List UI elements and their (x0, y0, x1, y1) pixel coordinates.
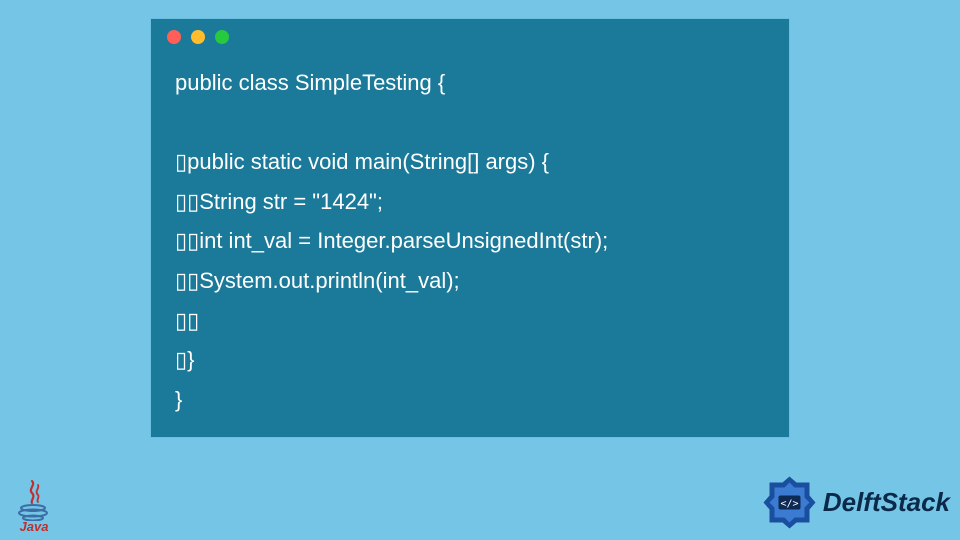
code-block: public class SimpleTesting { ▯public sta… (151, 55, 789, 429)
minimize-icon[interactable] (191, 30, 205, 44)
code-line: ▯} (175, 347, 194, 372)
java-logo: Java (10, 474, 58, 534)
close-icon[interactable] (167, 30, 181, 44)
code-line: } (175, 387, 182, 412)
code-line: ▯▯int int_val = Integer.parseUnsignedInt… (175, 228, 608, 253)
window-titlebar (151, 19, 789, 55)
code-line: ▯▯String str = "1424"; (175, 189, 383, 214)
brand-badge-icon: </> (762, 475, 817, 530)
java-label: Java (20, 519, 49, 534)
code-line: ▯▯System.out.println(int_val); (175, 268, 460, 293)
code-line: public class SimpleTesting { (175, 70, 445, 95)
brand-name: DelftStack (823, 487, 950, 518)
brand-logo: </> DelftStack (762, 475, 950, 530)
svg-text:</>: </> (780, 499, 798, 510)
code-line: ▯▯ (175, 308, 199, 333)
code-line: ▯public static void main(String[] args) … (175, 149, 549, 174)
java-cup-icon (14, 479, 54, 521)
code-window: public class SimpleTesting { ▯public sta… (150, 18, 790, 438)
maximize-icon[interactable] (215, 30, 229, 44)
